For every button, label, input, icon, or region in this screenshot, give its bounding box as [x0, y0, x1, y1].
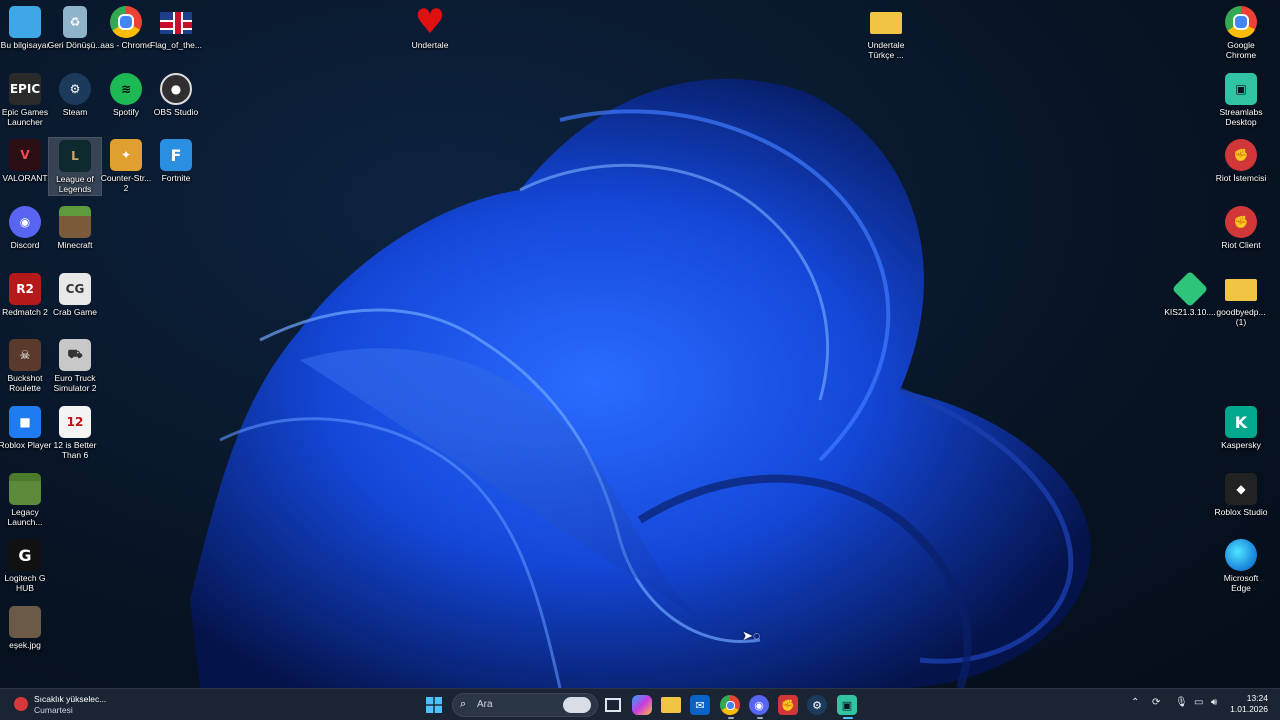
crab-game-icon: CG — [59, 273, 91, 305]
desktop-icon-undertale-turkce[interactable]: Undertale Türkçe ... — [858, 0, 914, 60]
desktop-icon-discord[interactable]: ◉ Discord — [0, 200, 53, 250]
roblox-icon: ■ — [9, 406, 41, 438]
kaspersky-icon: K — [1225, 406, 1257, 438]
desktop-icon-google-chrome[interactable]: Google Chrome — [1213, 0, 1269, 60]
desktop-icon-spotify[interactable]: ≋ Spotify — [98, 67, 154, 117]
desktop-icon-euro-truck[interactable]: ⛟ Euro Truck Simulator 2 — [47, 333, 103, 393]
desktop-icon-kis-installer[interactable]: KIS21.3.10.... — [1162, 267, 1218, 317]
desktop-icon-kaspersky[interactable]: K Kaspersky — [1213, 400, 1269, 450]
active-app-indicator — [757, 717, 763, 719]
search-box[interactable]: ⌕ Ara — [452, 693, 598, 717]
obs-icon: ● — [160, 73, 192, 105]
copilot-icon[interactable] — [632, 695, 652, 715]
epic-games-icon: EPIC — [9, 73, 41, 105]
game-icon: 12 — [59, 406, 91, 438]
streamlabs-icon: ▣ — [1225, 73, 1257, 105]
desktop[interactable]: Bu bilgisayar EPIC Epic Games Launcher V… — [0, 0, 1280, 688]
minecraft-icon — [9, 473, 41, 505]
active-app-indicator — [728, 717, 734, 719]
task-view-icon[interactable] — [603, 695, 623, 715]
desktop-icon-flag[interactable]: Flag_of_the... — [148, 0, 204, 50]
network-icon[interactable]: ▭ — [1194, 697, 1203, 708]
desktop-icon-geri-donusum[interactable]: ♻ Geri Dönüşü... — [47, 0, 103, 50]
spotify-icon: ≋ — [110, 73, 142, 105]
desktop-icon-obs[interactable]: ● OBS Studio — [148, 67, 204, 117]
sync-icon[interactable]: ⟳ — [1152, 697, 1160, 708]
chrome-icon — [1225, 6, 1257, 38]
folder-icon — [870, 12, 902, 34]
windows-start-icon[interactable] — [424, 695, 444, 715]
desktop-icon-epic-games[interactable]: EPIC Epic Games Launcher — [0, 67, 53, 127]
chevron-up-icon[interactable]: ⌃ — [1131, 697, 1139, 708]
desktop-icon-legacy-launcher[interactable]: Legacy Launch... — [0, 467, 53, 527]
truck-icon: ⛟ — [59, 339, 91, 371]
kaspersky-installer-icon — [1171, 270, 1209, 308]
recycle-bin-icon: ♻ — [63, 6, 87, 38]
search-icon: ⌕ — [460, 698, 467, 710]
desktop-icon-edge[interactable]: Microsoft Edge — [1213, 533, 1269, 593]
desktop-icon-aas-chrome[interactable]: aas - Chrome — [98, 0, 154, 50]
desktop-icon-league-of-legends[interactable]: L League of Legends — [48, 137, 102, 196]
chrome-icon — [110, 6, 142, 38]
riot-icon[interactable]: ✊ — [778, 695, 798, 715]
discord-icon[interactable]: ◉ — [749, 695, 769, 715]
image-file-icon — [9, 606, 41, 638]
redmatch-icon: R2 — [9, 273, 41, 305]
active-app-indicator — [843, 717, 853, 719]
chrome-icon[interactable] — [720, 695, 740, 715]
discord-icon: ◉ — [9, 206, 41, 238]
desktop-icon-riot-istemcisi[interactable]: ✊ Riot İstemcisi — [1213, 133, 1269, 183]
weather-icon — [14, 697, 28, 711]
system-clock[interactable]: 13:24 1.01.2026 — [1230, 693, 1268, 715]
desktop-icon-streamlabs[interactable]: ▣ Streamlabs Desktop — [1213, 67, 1269, 127]
desktop-icon-steam[interactable]: ⚙ Steam — [47, 67, 103, 117]
file-explorer-icon[interactable] — [661, 697, 681, 713]
riot-icon: ✊ — [1225, 206, 1257, 238]
outlook-icon[interactable]: ✉ — [690, 695, 710, 715]
desktop-icon-valorant[interactable]: V VALORANT — [0, 133, 53, 183]
mouse-cursor-icon: ➤◌ — [742, 628, 761, 643]
folder-icon — [1225, 279, 1257, 301]
steam-icon[interactable]: ⚙ — [807, 695, 827, 715]
desktop-icon-bu-bilgisayar[interactable]: Bu bilgisayar — [0, 0, 53, 50]
valorant-icon: V — [9, 139, 41, 171]
riot-icon: ✊ — [1225, 139, 1257, 171]
taskbar: Sıcaklık yükselec... Cumartesi ⌕ Ara ✉ ◉… — [0, 688, 1280, 720]
desktop-icon-buckshot[interactable]: ☠ Buckshot Roulette — [0, 333, 53, 393]
desktop-icon-counter-strike[interactable]: ✦ Counter-Str... 2 — [98, 133, 154, 193]
league-icon: L — [59, 140, 91, 172]
uk-flag-icon — [160, 12, 192, 34]
desktop-icon-roblox-player[interactable]: ■ Roblox Player — [0, 400, 53, 450]
steam-icon: ⚙ — [59, 73, 91, 105]
desktop-icon-roblox-studio[interactable]: ◆ Roblox Studio — [1213, 467, 1269, 517]
desktop-icon-redmatch[interactable]: R2 Redmatch 2 — [0, 267, 53, 317]
roblox-studio-icon: ◆ — [1225, 473, 1257, 505]
desktop-icon-undertale[interactable]: ♥ Undertale — [402, 0, 458, 50]
desktop-icon-goodbyedpi[interactable]: goodbyedp... (1) — [1213, 267, 1269, 327]
logitech-icon: G — [9, 539, 41, 571]
microphone-icon[interactable]: 🎙︎ — [1175, 697, 1188, 708]
desktop-icon-12-better[interactable]: 12 12 is Better Than 6 — [47, 400, 103, 460]
heart-icon: ♥ — [414, 2, 446, 42]
fortnite-icon: F — [160, 139, 192, 171]
search-highlight-icon — [563, 697, 591, 713]
speaker-icon[interactable]: 🔊︎ — [1211, 697, 1217, 708]
streamlabs-icon[interactable]: ▣ — [837, 695, 857, 715]
computer-icon — [9, 6, 41, 38]
desktop-icon-logitech[interactable]: G Logitech G HUB — [0, 533, 53, 593]
desktop-icon-esek-jpg[interactable]: eşek.jpg — [0, 600, 53, 650]
desktop-icon-minecraft[interactable]: Minecraft — [47, 200, 103, 250]
desktop-icon-crab-game[interactable]: CG Crab Game — [47, 267, 103, 317]
desktop-icon-riot-client[interactable]: ✊ Riot Client — [1213, 200, 1269, 250]
buckshot-icon: ☠ — [9, 339, 41, 371]
desktop-icon-fortnite[interactable]: F Fortnite — [148, 133, 204, 183]
counter-strike-icon: ✦ — [110, 139, 142, 171]
edge-icon — [1225, 539, 1257, 571]
minecraft-icon — [59, 206, 91, 238]
